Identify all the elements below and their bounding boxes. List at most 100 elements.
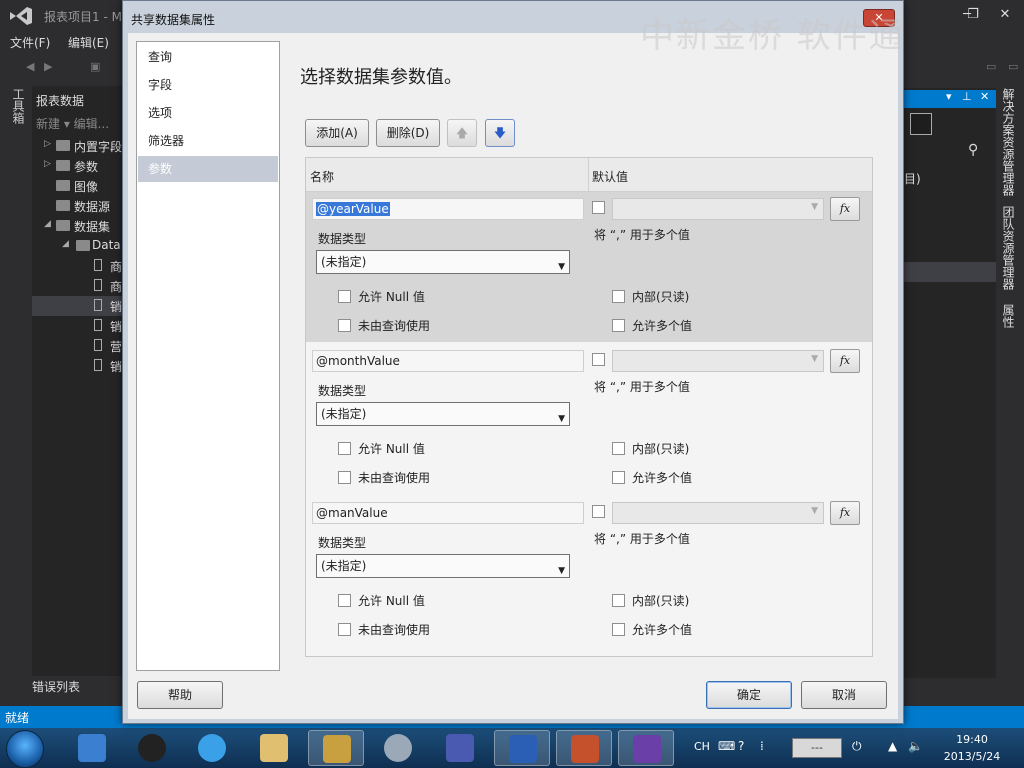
side-tab-properties[interactable]: 属性 [1000,304,1017,328]
parameter-name-input[interactable]: @monthValue [312,350,584,372]
side-tab-team-explorer[interactable]: 团队资源管理器 [1000,206,1017,290]
internal-checkbox[interactable] [612,290,625,303]
internal-checkbox[interactable] [612,442,625,455]
volume-icon[interactable]: 🔈 [908,739,923,753]
allow-multiple-checkbox[interactable] [612,471,625,484]
taskbar-app-infinity[interactable] [432,730,488,766]
parameter-name-input[interactable]: @manValue [312,502,584,524]
taskbar-app-powerpoint[interactable] [556,730,612,766]
data-type-select[interactable]: (未指定) ▼ [316,402,570,426]
tree-item[interactable]: ◢ 数据集 [32,216,122,236]
new-project-icon[interactable]: ▣ [90,60,100,73]
options-icon[interactable]: ⁞ [760,739,764,753]
internal-checkbox[interactable] [612,594,625,607]
nav-item-query[interactable]: 查询 [138,44,278,70]
close-icon[interactable]: ✕ [988,4,1022,26]
menu-file[interactable]: 文件(F) [10,34,50,51]
parameter-row[interactable]: @monthValue ▼ fx 将 “,” 用于多个值 数据类型 (未指定) ▼ 允许 Nu… [306,344,872,494]
allow-null-checkbox[interactable] [338,290,351,303]
start-button[interactable] [6,730,44,768]
parameter-row[interactable]: @yearValue ▼ fx 将 “,” 用于多个值 数据类型 (未指定) ▼ 允许 Nul… [306,192,872,342]
dropdown-icon[interactable]: ▾ [946,90,952,103]
default-value-checkbox[interactable] [592,353,605,366]
input-language-indicator[interactable]: CH [694,740,710,753]
tree-expander-icon[interactable]: ▷ [44,159,51,169]
not-used-by-query-checkbox[interactable] [338,623,351,636]
parameter-name-input[interactable]: @yearValue [312,198,584,220]
expression-button[interactable]: fx [830,349,860,373]
not-used-by-query-checkbox[interactable] [338,319,351,332]
expression-button[interactable]: fx [830,501,860,525]
layout-icon[interactable]: ▭ [986,60,996,73]
tray-input-box[interactable]: --- [792,738,842,758]
tree-item[interactable]: 数据源 [32,196,122,216]
menu-edit[interactable]: 编辑(E) [68,34,109,51]
data-type-select[interactable]: (未指定) ▼ [316,554,570,578]
report-data-actions[interactable]: 新建 ▾ 编辑... [36,115,109,132]
ok-button[interactable]: 确定 [706,681,792,709]
tree-item[interactable]: ◢ Data [32,236,122,256]
toolbox-tab[interactable] [4,86,28,686]
data-type-select[interactable]: (未指定) ▼ [316,250,570,274]
taskbar-app-feiq[interactable] [64,730,120,766]
not-used-by-query-checkbox[interactable] [338,471,351,484]
allow-null-checkbox[interactable] [338,442,351,455]
help-button[interactable]: 帮助 [137,681,223,709]
taskbar-app-sql[interactable] [370,730,426,766]
show-hidden-icons[interactable]: ▲ [888,739,897,753]
nav-item-fields[interactable]: 字段 [138,72,278,98]
nav-item-parameters[interactable]: 参数 [138,156,278,182]
allow-null-checkbox[interactable] [338,594,351,607]
taskbar-app-ie[interactable] [184,730,240,766]
panel-close-icon[interactable]: ✕ [980,90,989,103]
tree-item[interactable]: 销 [32,296,122,316]
default-value-combo[interactable]: ▼ [612,198,824,220]
move-down-button[interactable]: 🡇 [485,119,515,147]
default-value-checkbox[interactable] [592,505,605,518]
default-value-combo[interactable]: ▼ [612,502,824,524]
clock-date[interactable]: 2013/5/24 [940,750,1004,763]
tree-expander-icon[interactable]: ◢ [44,219,51,229]
solution-selected-row[interactable] [904,262,996,282]
tree-item[interactable]: 商 [32,276,122,296]
error-list-tab[interactable]: 错误列表 [32,678,80,695]
parameter-row[interactable]: @manValue ▼ fx 将 “,” 用于多个值 数据类型 (未指定) ▼ 允许 Null… [306,496,872,646]
expression-button[interactable]: fx [830,197,860,221]
default-value-checkbox[interactable] [592,201,605,214]
tree-item[interactable]: 销 [32,356,122,376]
clock-time[interactable]: 19:40 [950,733,994,746]
keyboard-icon[interactable]: ⌨ [718,739,735,753]
tree-expander-icon[interactable]: ◢ [62,239,69,249]
tree-item[interactable]: ▷ 参数 [32,156,122,176]
pin-icon[interactable]: ⊥ [962,90,972,103]
taskbar-app-qq[interactable] [124,730,180,766]
properties-icon[interactable] [910,113,932,135]
nav-item-options[interactable]: 选项 [138,100,278,126]
move-up-button[interactable]: 🡅 [447,119,477,147]
delete-button[interactable]: 删除(D) [376,119,440,147]
taskbar-app-word[interactable] [494,730,550,766]
cancel-button[interactable]: 取消 [801,681,887,709]
side-tab-solution-explorer[interactable]: 解决方案资源管理器 [1000,88,1017,196]
forward-icon[interactable]: ▶ [44,60,52,73]
taskbar-app-tools[interactable] [308,730,364,766]
toolbox-label[interactable]: 工具箱 [10,88,27,124]
tree-item[interactable]: ▷ 内置字段 [32,136,122,156]
solution-node-text[interactable]: 目) [904,170,921,187]
search-icon[interactable]: ⚲ [968,142,978,158]
taskbar-app-explorer[interactable] [246,730,302,766]
tree-item[interactable]: 销 [32,316,122,336]
add-button[interactable]: 添加(A) [305,119,369,147]
tree-item[interactable]: 营 [32,336,122,356]
tree-item[interactable]: 图像 [32,176,122,196]
layout-icon-2[interactable]: ▭ [1008,60,1018,73]
back-icon[interactable]: ◀ [26,60,34,73]
tree-expander-icon[interactable]: ▷ [44,139,51,149]
allow-multiple-checkbox[interactable] [612,319,625,332]
default-value-combo[interactable]: ▼ [612,350,824,372]
restore-icon[interactable]: ❐ [956,4,990,26]
power-plug-icon[interactable]: ⏻ [852,739,862,754]
nav-item-filters[interactable]: 筛选器 [138,128,278,154]
taskbar-app-visual-studio[interactable] [618,730,674,766]
help-icon[interactable]: ? [738,739,744,753]
